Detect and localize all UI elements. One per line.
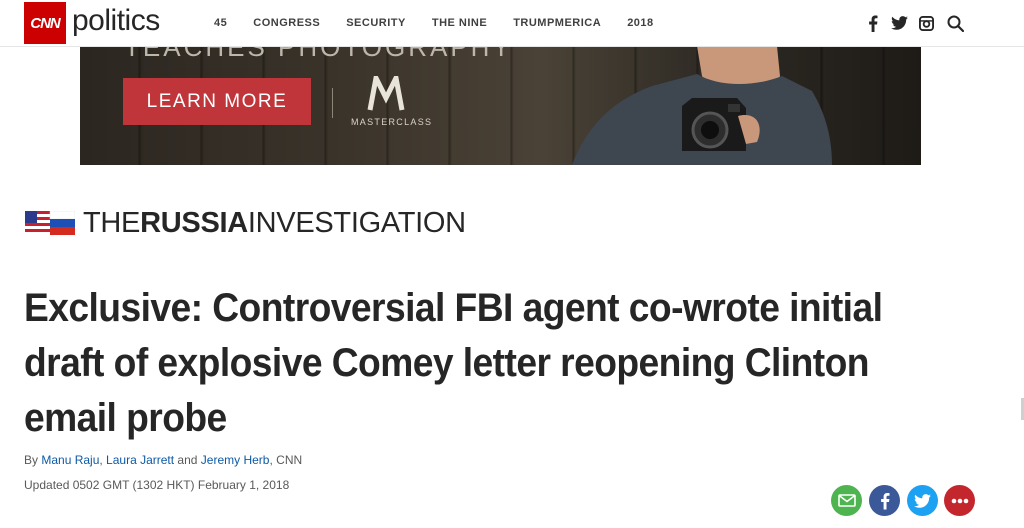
section-kicker[interactable]: THERUSSIAINVESTIGATION: [25, 205, 466, 241]
kicker-investigation: INVESTIGATION: [247, 206, 466, 239]
masterclass-m-icon: [366, 70, 406, 112]
facebook-share-icon[interactable]: [869, 485, 900, 516]
byline-prefix: By: [24, 453, 42, 467]
section-title[interactable]: politics: [72, 4, 160, 38]
ad-headline: TEACHES PHOTOGRAPHY: [124, 46, 513, 62]
email-share-icon[interactable]: [831, 485, 862, 516]
author-link-jeremy-herb[interactable]: Jeremy Herb: [201, 453, 270, 467]
instagram-icon[interactable]: [917, 14, 935, 32]
byline-separator: and: [174, 453, 201, 467]
search-icon[interactable]: [946, 14, 964, 32]
kicker-title[interactable]: THERUSSIAINVESTIGATION: [83, 207, 466, 240]
byline-outlet: , CNN: [269, 453, 303, 467]
nav-item-security[interactable]: SECURITY: [346, 17, 406, 29]
nav-item-2018[interactable]: 2018: [627, 17, 653, 29]
us-russia-flag-icon: [25, 210, 76, 235]
photographer-image: [532, 46, 832, 165]
masterclass-wordmark: MASTERCLASS: [351, 117, 433, 127]
twitter-share-icon[interactable]: [907, 485, 938, 516]
kicker-the: THE: [83, 206, 141, 239]
top-nav-bar: CNN politics 45 CONGRESS SECURITY THE NI…: [0, 0, 1024, 47]
nav-item-the-nine[interactable]: THE NINE: [432, 17, 487, 29]
author-link-manu-raju[interactable]: Manu Raju: [41, 453, 99, 467]
author-link-laura-jarrett[interactable]: Laura Jarrett: [106, 453, 174, 467]
updated-timestamp: Updated 0502 GMT (1302 HKT) February 1, …: [24, 478, 290, 492]
byline: By Manu Raju, Laura Jarrett and Jeremy H…: [24, 453, 302, 467]
section-nav: 45 CONGRESS SECURITY THE NINE TRUMPMERIC…: [214, 17, 680, 29]
ad-divider: [332, 88, 333, 118]
nav-item-congress[interactable]: CONGRESS: [253, 17, 320, 29]
nav-item-trumpmerica[interactable]: TRUMPMERICA: [513, 17, 601, 29]
article-headline: Exclusive: Controversial FBI agent co-wr…: [24, 286, 883, 440]
kicker-russia: RUSSIA: [140, 206, 248, 239]
twitter-icon[interactable]: [890, 14, 908, 32]
cnn-logo[interactable]: CNN: [24, 2, 66, 44]
learn-more-button[interactable]: LEARN MORE: [123, 78, 311, 125]
ad-banner[interactable]: TEACHES PHOTOGRAPHY LEARN MORE MASTERCLA…: [80, 46, 921, 165]
nav-item-45[interactable]: 45: [214, 17, 227, 29]
facebook-icon[interactable]: [864, 14, 882, 32]
more-share-icon[interactable]: [944, 485, 975, 516]
